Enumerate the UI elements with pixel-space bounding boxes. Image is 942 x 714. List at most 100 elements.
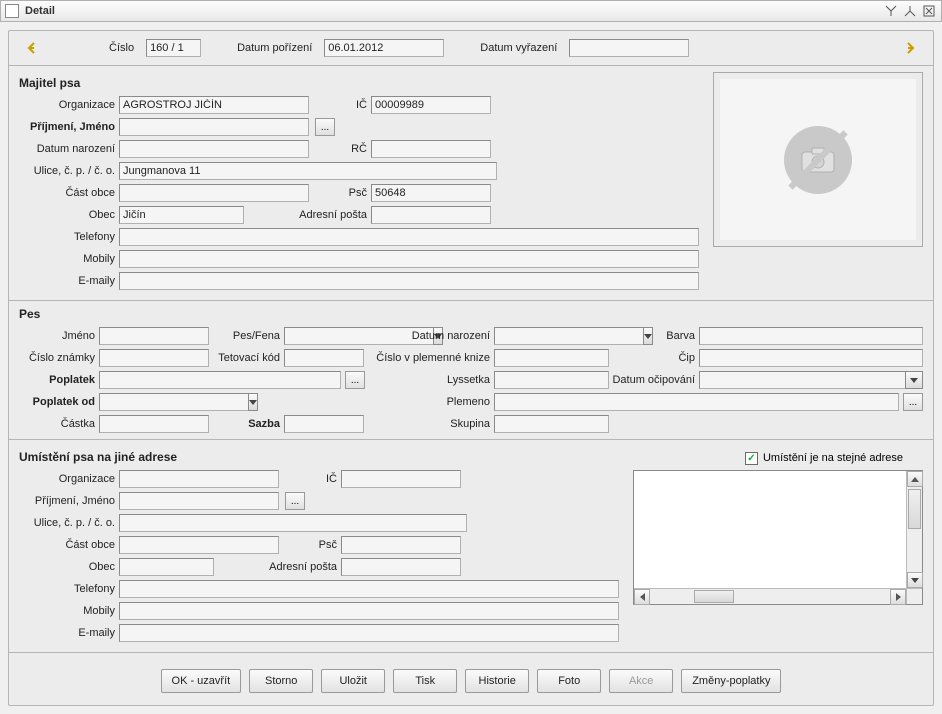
dog-plemeno-field[interactable] bbox=[494, 393, 899, 411]
loc-ulice-field[interactable] bbox=[119, 514, 467, 532]
foto-button[interactable]: Foto bbox=[537, 669, 601, 693]
datum-porizeni-field[interactable] bbox=[324, 39, 444, 57]
scroll-thumb-h[interactable] bbox=[694, 590, 734, 603]
scroll-right-button[interactable] bbox=[890, 589, 906, 605]
owner-datum-nar-label: Datum narození bbox=[19, 143, 119, 155]
loc-psc-label: Psč bbox=[279, 539, 341, 551]
dog-poplatek-field[interactable] bbox=[99, 371, 341, 389]
scroll-left-button[interactable] bbox=[634, 589, 650, 605]
loc-section-title: Umístění psa na jiné adrese bbox=[19, 450, 745, 464]
owner-obec-label: Obec bbox=[19, 209, 119, 221]
dog-tetovaci-field[interactable] bbox=[284, 349, 364, 367]
owner-emaily-field[interactable] bbox=[119, 272, 699, 290]
owner-psc-label: Psč bbox=[309, 187, 371, 199]
dog-barva-label: Barva bbox=[609, 330, 699, 342]
owner-ulice-label: Ulice, č. p. / č. o. bbox=[19, 165, 119, 177]
minimize-button[interactable] bbox=[883, 3, 899, 19]
loc-list-box[interactable] bbox=[633, 470, 923, 605]
owner-ulice-field[interactable] bbox=[119, 162, 497, 180]
maximize-button[interactable] bbox=[902, 3, 918, 19]
dog-skupina-label: Skupina bbox=[364, 418, 494, 430]
owner-mobily-label: Mobily bbox=[19, 253, 119, 265]
owner-mobily-field[interactable] bbox=[119, 250, 699, 268]
record-navigator: Číslo Datum pořízení Datum vyřazení bbox=[19, 37, 923, 59]
loc-same-addr-label: Umístění je na stejné adrese bbox=[763, 452, 903, 464]
photo-box bbox=[713, 72, 923, 247]
dog-barva-field[interactable] bbox=[699, 327, 923, 345]
loc-telefony-label: Telefony bbox=[19, 583, 119, 595]
loc-mobily-field[interactable] bbox=[119, 602, 619, 620]
dog-plem-kniha-field[interactable] bbox=[494, 349, 609, 367]
scrollbar-vertical[interactable] bbox=[906, 471, 922, 588]
dog-poplatek-od-combo[interactable] bbox=[99, 393, 214, 411]
dog-poplatek-lookup-button[interactable]: ... bbox=[345, 371, 365, 389]
zmeny-poplatky-button[interactable]: Změny-poplatky bbox=[681, 669, 781, 693]
owner-datum-nar-field[interactable] bbox=[119, 140, 309, 158]
loc-organizace-field[interactable] bbox=[119, 470, 279, 488]
loc-prijmeni-field[interactable] bbox=[119, 492, 279, 510]
next-record-button[interactable] bbox=[899, 37, 921, 59]
loc-emaily-field[interactable] bbox=[119, 624, 619, 642]
owner-obec-field[interactable] bbox=[119, 206, 244, 224]
dog-cislo-znamky-field[interactable] bbox=[99, 349, 209, 367]
scrollbar-horizontal[interactable] bbox=[634, 588, 906, 604]
owner-telefony-field[interactable] bbox=[119, 228, 699, 246]
window-title: Detail bbox=[25, 5, 880, 17]
owner-rc-field[interactable] bbox=[371, 140, 491, 158]
prev-record-button[interactable] bbox=[21, 37, 43, 59]
owner-telefony-label: Telefony bbox=[19, 231, 119, 243]
owner-psc-field[interactable] bbox=[371, 184, 491, 202]
historie-button[interactable]: Historie bbox=[465, 669, 529, 693]
scroll-down-button[interactable] bbox=[907, 572, 923, 588]
close-button[interactable] bbox=[921, 3, 937, 19]
ulozit-button[interactable]: Uložit bbox=[321, 669, 385, 693]
loc-emaily-label: E-maily bbox=[19, 627, 119, 639]
dog-datum-nar-combo[interactable] bbox=[494, 327, 609, 345]
dog-cip-field[interactable] bbox=[699, 349, 923, 367]
loc-obec-field[interactable] bbox=[119, 558, 214, 576]
dog-poplatek-label: Poplatek bbox=[19, 374, 99, 386]
owner-cast-obce-field[interactable] bbox=[119, 184, 309, 202]
chevron-down-icon[interactable] bbox=[248, 393, 258, 411]
dog-lyssetka-label: Lyssetka bbox=[365, 374, 494, 386]
dog-pesfena-label: Pes/Fena bbox=[209, 330, 284, 342]
owner-section-title: Majitel psa bbox=[19, 76, 699, 90]
loc-prijmeni-lookup-button[interactable]: ... bbox=[285, 492, 305, 510]
chevron-down-icon[interactable] bbox=[905, 371, 923, 389]
loc-same-addr-checkbox[interactable]: Umístění je na stejné adrese bbox=[745, 452, 903, 465]
loc-adr-posta-label: Adresní pošta bbox=[214, 561, 341, 573]
owner-ic-field[interactable] bbox=[371, 96, 491, 114]
checkbox-icon bbox=[745, 452, 758, 465]
loc-psc-field[interactable] bbox=[341, 536, 461, 554]
tisk-button[interactable]: Tisk bbox=[393, 669, 457, 693]
loc-ic-field[interactable] bbox=[341, 470, 461, 488]
dog-lyssetka-field[interactable] bbox=[494, 371, 609, 389]
loc-telefony-field[interactable] bbox=[119, 580, 619, 598]
scroll-thumb-v[interactable] bbox=[908, 489, 921, 529]
storno-button[interactable]: Storno bbox=[249, 669, 313, 693]
owner-ic-label: IČ bbox=[309, 99, 371, 111]
dog-jmeno-field[interactable] bbox=[99, 327, 209, 345]
datum-vyrazeni-label: Datum vyřazení bbox=[480, 42, 561, 54]
owner-adr-posta-field[interactable] bbox=[371, 206, 491, 224]
dog-pesfena-combo[interactable] bbox=[284, 327, 364, 345]
owner-prijmeni-field[interactable] bbox=[119, 118, 309, 136]
cislo-field[interactable] bbox=[146, 39, 201, 57]
owner-emaily-label: E-maily bbox=[19, 275, 119, 287]
owner-organizace-field[interactable] bbox=[119, 96, 309, 114]
loc-cast-obce-label: Část obce bbox=[19, 539, 119, 551]
ok-button[interactable]: OK - uzavřít bbox=[161, 669, 242, 693]
dog-sazba-field[interactable] bbox=[284, 415, 364, 433]
button-bar: OK - uzavřít Storno Uložit Tisk Historie… bbox=[19, 659, 923, 695]
owner-prijmeni-lookup-button[interactable]: ... bbox=[315, 118, 335, 136]
dog-skupina-field[interactable] bbox=[494, 415, 609, 433]
loc-cast-obce-field[interactable] bbox=[119, 536, 279, 554]
scroll-up-button[interactable] bbox=[907, 471, 923, 487]
loc-obec-label: Obec bbox=[19, 561, 119, 573]
dog-castka-field[interactable] bbox=[99, 415, 209, 433]
datum-porizeni-label: Datum pořízení bbox=[237, 42, 316, 54]
dog-plemeno-lookup-button[interactable]: ... bbox=[903, 393, 923, 411]
datum-vyrazeni-field[interactable] bbox=[569, 39, 689, 57]
dog-datum-ocip-combo[interactable] bbox=[699, 371, 923, 389]
loc-adr-posta-field[interactable] bbox=[341, 558, 461, 576]
